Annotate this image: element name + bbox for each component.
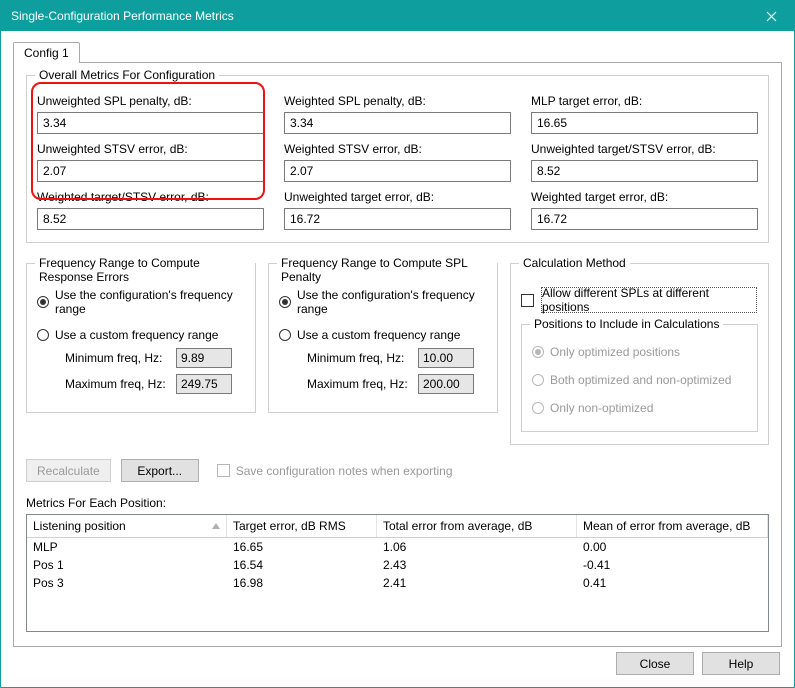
label-resp-min: Minimum freq, Hz: [65, 351, 170, 365]
radio-spl-config[interactable] [279, 296, 291, 308]
listview-position-metrics[interactable]: Listening position Target error, dB RMS … [26, 514, 769, 632]
table-row[interactable]: Pos 316.982.410.41 [27, 574, 768, 592]
cell-mean: 0.41 [577, 574, 768, 592]
cell-mean: 0.00 [577, 538, 768, 556]
radio-resp-config[interactable] [37, 296, 49, 308]
checkbox-save-notes [217, 464, 230, 477]
col-target-error[interactable]: Target error, dB RMS [227, 515, 377, 537]
sort-ascending-icon [212, 523, 220, 529]
cell-total: 1.06 [377, 538, 577, 556]
col-total-error[interactable]: Total error from average, dB [377, 515, 577, 537]
cell-target: 16.54 [227, 556, 377, 574]
cell-position: Pos 3 [27, 574, 227, 592]
input-unw-stsv[interactable] [37, 160, 264, 182]
label-unw-spl-penalty: Unweighted SPL penalty, dB: [37, 94, 264, 108]
radio-resp-custom-label: Use a custom frequency range [55, 328, 218, 342]
label-positions-nonopt: Only non-optimized [550, 401, 653, 415]
input-spl-min[interactable] [418, 348, 474, 368]
checkbox-allow-diff-spls[interactable] [521, 294, 534, 307]
input-resp-max[interactable] [176, 374, 232, 394]
tab-config1[interactable]: Config 1 [13, 42, 80, 63]
input-unw-target[interactable] [284, 208, 511, 230]
label-unw-stsv: Unweighted STSV error, dB: [37, 142, 264, 156]
tab-panel: Overall Metrics For Configuration Unweig… [13, 62, 782, 647]
label-save-notes: Save configuration notes when exporting [236, 464, 453, 478]
table-row[interactable]: Pos 116.542.43-0.41 [27, 556, 768, 574]
radio-positions-nonopt [532, 402, 544, 414]
tabstrip: Config 1 [13, 41, 782, 62]
label-positions-optimized: Only optimized positions [550, 345, 680, 359]
titlebar: Single-Configuration Performance Metrics [1, 1, 794, 31]
group-positions-include: Positions to Include in Calculations Onl… [521, 324, 758, 432]
group-calc-method-title: Calculation Method [519, 256, 630, 270]
app-window: Single-Configuration Performance Metrics… [0, 0, 795, 688]
input-spl-max[interactable] [418, 374, 474, 394]
radio-spl-custom-label: Use a custom frequency range [297, 328, 460, 342]
button-export[interactable]: Export... [121, 459, 199, 482]
group-freq-spl-title: Frequency Range to Compute SPL Penalty [277, 256, 497, 284]
close-icon [766, 11, 777, 22]
label-mlp-target: MLP target error, dB: [531, 94, 758, 108]
label-allow-diff-spls: Allow different SPLs at different positi… [540, 286, 758, 314]
cell-total: 2.41 [377, 574, 577, 592]
label-w-target: Weighted target error, dB: [531, 190, 758, 204]
window-close-button[interactable] [749, 1, 794, 31]
client-area: Config 1 Overall Metrics For Configurati… [1, 31, 794, 687]
label-unw-tgt-stsv: Unweighted target/STSV error, dB: [531, 142, 758, 156]
radio-positions-optimized [532, 346, 544, 358]
label-w-stsv: Weighted STSV error, dB: [284, 142, 511, 156]
cell-target: 16.98 [227, 574, 377, 592]
label-unw-target: Unweighted target error, dB: [284, 190, 511, 204]
label-w-spl-penalty: Weighted SPL penalty, dB: [284, 94, 511, 108]
listview-header: Listening position Target error, dB RMS … [27, 515, 768, 538]
col-listening-position[interactable]: Listening position [27, 515, 227, 537]
group-freq-response: Frequency Range to Compute Response Erro… [26, 263, 256, 413]
label-spl-max: Maximum freq, Hz: [307, 377, 412, 391]
group-freq-response-title: Frequency Range to Compute Response Erro… [35, 256, 255, 284]
radio-positions-both [532, 374, 544, 386]
label-spl-min: Minimum freq, Hz: [307, 351, 412, 365]
group-overall-title: Overall Metrics For Configuration [35, 68, 219, 82]
radio-resp-custom[interactable] [37, 329, 49, 341]
input-w-tgt-stsv[interactable] [37, 208, 264, 230]
tab-container: Config 1 Overall Metrics For Configurati… [13, 41, 782, 647]
input-w-spl-penalty[interactable] [284, 112, 511, 134]
label-positions-both: Both optimized and non-optimized [550, 373, 731, 387]
group-positions-title: Positions to Include in Calculations [530, 317, 723, 331]
button-recalculate: Recalculate [26, 459, 111, 482]
button-close[interactable]: Close [616, 652, 694, 675]
input-w-target[interactable] [531, 208, 758, 230]
input-unw-spl-penalty[interactable] [37, 112, 264, 134]
label-w-tgt-stsv: Weighted target/STSV error, dB: [37, 190, 264, 204]
cell-mean: -0.41 [577, 556, 768, 574]
group-freq-spl: Frequency Range to Compute SPL Penalty U… [268, 263, 498, 413]
radio-resp-config-label: Use the configuration's frequency range [55, 288, 245, 316]
group-overall-metrics: Overall Metrics For Configuration Unweig… [26, 75, 769, 243]
cell-target: 16.65 [227, 538, 377, 556]
label-metrics-each-position: Metrics For Each Position: [26, 496, 769, 510]
input-unw-tgt-stsv[interactable] [531, 160, 758, 182]
cell-position: Pos 1 [27, 556, 227, 574]
radio-spl-config-label: Use the configuration's frequency range [297, 288, 487, 316]
window-title: Single-Configuration Performance Metrics [11, 9, 234, 23]
input-w-stsv[interactable] [284, 160, 511, 182]
radio-spl-custom[interactable] [279, 329, 291, 341]
group-calc-method: Calculation Method Allow different SPLs … [510, 263, 769, 445]
label-resp-max: Maximum freq, Hz: [65, 377, 170, 391]
cell-position: MLP [27, 538, 227, 556]
cell-total: 2.43 [377, 556, 577, 574]
button-help[interactable]: Help [702, 652, 780, 675]
input-resp-min[interactable] [176, 348, 232, 368]
input-mlp-target[interactable] [531, 112, 758, 134]
col-mean-error[interactable]: Mean of error from average, dB [577, 515, 768, 537]
table-row[interactable]: MLP16.651.060.00 [27, 538, 768, 556]
